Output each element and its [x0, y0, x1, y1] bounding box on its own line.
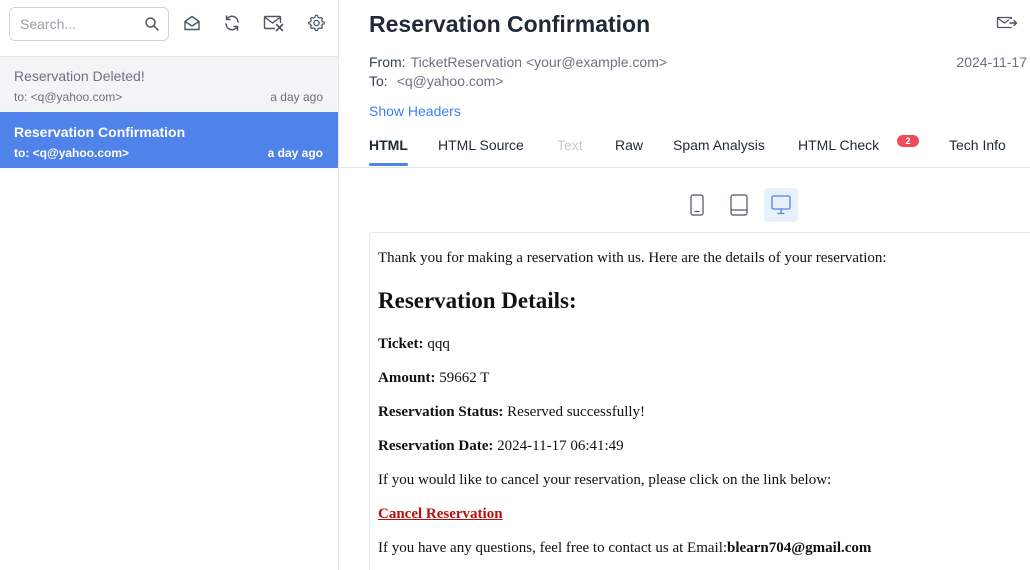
desktop-icon	[771, 195, 791, 215]
settings-button[interactable]	[305, 12, 327, 34]
from-value: TicketReservation <your@example.com>	[410, 54, 668, 70]
amount-value: 59662 T	[435, 370, 490, 386]
message-pane: Reservation Confirmation From: TicketRese…	[339, 0, 1030, 570]
status-label: Reservation Status:	[378, 404, 504, 420]
from-row: From: TicketReservation <your@example.com…	[369, 54, 667, 70]
gear-icon	[308, 14, 325, 32]
forward-button[interactable]	[996, 14, 1018, 34]
preview-status: Reservation Status: Reserved successfull…	[378, 404, 645, 421]
preview-intro: Thank you for making a reservation with …	[378, 250, 887, 266]
to-value: <q@yahoo.com>	[396, 73, 504, 89]
tablet-icon	[730, 194, 748, 216]
contact-text: If you have any questions, feel free to …	[378, 540, 728, 556]
search-icon[interactable]	[144, 16, 160, 32]
sidebar: Reservation Deleted! to: <q@yahoo.com> a…	[0, 0, 339, 570]
tab-raw[interactable]: Raw	[615, 137, 643, 153]
mail-delete-icon	[263, 15, 284, 32]
message-title: Reservation Confirmation	[369, 11, 651, 37]
tab-html[interactable]: HTML	[369, 137, 408, 153]
mail-subject: Reservation Deleted!	[14, 68, 145, 84]
search-input[interactable]	[20, 14, 140, 34]
cancel-reservation-link[interactable]: Cancel Reservation	[378, 506, 503, 522]
tablet-view-button[interactable]	[722, 188, 756, 222]
sidebar-toolbar	[0, 0, 338, 56]
show-headers-link[interactable]: Show Headers	[369, 103, 461, 119]
html-check-badge: 2	[897, 135, 919, 147]
forward-mail-icon	[996, 16, 1018, 29]
mail-time: a day ago	[270, 90, 323, 104]
tab-tech-info[interactable]: Tech Info	[949, 137, 1006, 153]
view-tabs: HTML HTML Source Text Raw Spam Analysis …	[339, 131, 1030, 168]
mobile-icon	[690, 194, 704, 216]
tab-spam-analysis[interactable]: Spam Analysis	[673, 137, 765, 153]
date-value: 2024-11-17 06:41:49	[493, 438, 624, 454]
mail-time: a day ago	[267, 146, 323, 160]
to-label: To:	[369, 73, 388, 89]
preview-date: Reservation Date: 2024-11-17 06:41:49	[378, 438, 624, 455]
refresh-icon	[225, 15, 239, 31]
email-preview: Thank you for making a reservation with …	[369, 232, 1030, 570]
mail-subject: Reservation Confirmation	[14, 124, 186, 140]
tab-html-check[interactable]: HTML Check	[798, 137, 879, 153]
mail-list-item[interactable]: Reservation Deleted! to: <q@yahoo.com> a…	[0, 56, 338, 112]
to-row: To: <q@yahoo.com>	[369, 73, 504, 89]
mail-recipient: to: <q@yahoo.com>	[14, 146, 130, 160]
delete-all-button[interactable]	[262, 12, 286, 34]
date-label: Reservation Date:	[378, 438, 494, 454]
contact-email: blearn704@gmail.com	[727, 540, 872, 556]
preview-amount: Amount: 59662 T	[378, 370, 489, 387]
preview-cancel-link-wrap: Cancel Reservation	[378, 506, 503, 523]
status-value: Reserved successfully!	[503, 404, 646, 420]
preview-contact: If you have any questions, feel free to …	[378, 540, 871, 557]
mark-read-button[interactable]	[181, 12, 203, 34]
tab-text[interactable]: Text	[557, 137, 583, 153]
refresh-button[interactable]	[221, 12, 243, 34]
ticket-value: qqq	[423, 336, 450, 352]
tab-html-source[interactable]: HTML Source	[438, 137, 524, 153]
amount-label: Amount:	[378, 370, 436, 386]
mail-recipient: to: <q@yahoo.com>	[14, 90, 123, 104]
search-box[interactable]	[9, 7, 169, 41]
preview-ticket: Ticket: qqq	[378, 336, 450, 353]
ticket-label: Ticket:	[378, 336, 424, 352]
from-label: From:	[369, 54, 406, 70]
preview-cancel-text: If you would like to cancel your reserva…	[378, 472, 832, 488]
mail-list: Reservation Deleted! to: <q@yahoo.com> a…	[0, 56, 338, 168]
envelope-open-icon	[184, 15, 200, 31]
mobile-view-button[interactable]	[680, 188, 714, 222]
preview-heading: Reservation Details:	[378, 288, 577, 313]
message-date: 2024-11-17	[956, 54, 1027, 70]
mail-list-item-selected[interactable]: Reservation Confirmation to: <q@yahoo.co…	[0, 112, 338, 168]
desktop-view-button[interactable]	[764, 188, 798, 222]
active-tab-indicator	[369, 163, 408, 166]
preview-heading-wrap: Reservation Details:	[378, 288, 577, 314]
